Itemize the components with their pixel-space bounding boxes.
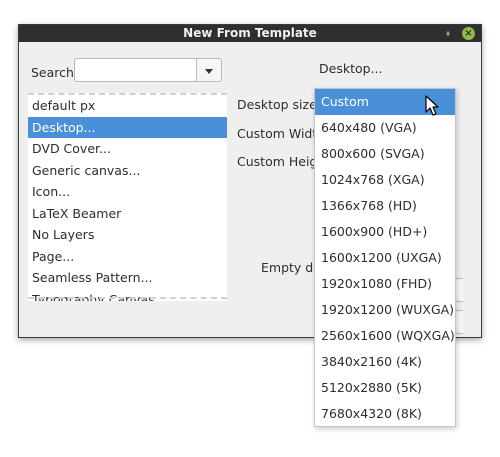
window-title: New From Template	[183, 26, 317, 40]
search-label: Search:	[31, 65, 79, 80]
list-item[interactable]: Typography Canvas	[28, 289, 227, 302]
list-item[interactable]: Generic canvas...	[28, 160, 227, 182]
create-button[interactable]	[455, 310, 463, 334]
dropdown-option[interactable]: 1920x1080 (FHD)	[315, 271, 455, 297]
dropdown-option[interactable]: 3840x2160 (4K)	[315, 349, 455, 375]
dropdown-option[interactable]: 1600x1200 (UXGA)	[315, 245, 455, 271]
list-item[interactable]: LaTeX Beamer	[28, 203, 227, 225]
dropdown-option[interactable]: 1024x768 (XGA)	[315, 167, 455, 193]
pin-icon[interactable]: ⬧	[442, 28, 454, 40]
chevron-down-icon	[205, 69, 213, 74]
list-item[interactable]: DVD Cover...	[28, 138, 227, 160]
close-icon[interactable]: ×	[462, 27, 475, 40]
desktop-size-label: Desktop size:	[237, 97, 321, 112]
empty-label: Empty de	[261, 260, 321, 275]
title-bar[interactable]: New From Template ⬧ ×	[19, 25, 481, 42]
search-input[interactable]	[74, 58, 197, 82]
dropdown-option[interactable]: 5120x2880 (5K)	[315, 375, 455, 401]
dropdown-option[interactable]: 640x480 (VGA)	[315, 115, 455, 141]
template-title: Desktop...	[319, 61, 383, 76]
desktop-size-dropdown[interactable]: Custom 640x480 (VGA) 800x600 (SVGA) 1024x76…	[314, 88, 456, 427]
dropdown-option[interactable]: 1920x1200 (WUXGA)	[315, 297, 455, 323]
dropdown-option[interactable]: 2560x1600 (WQXGA)	[315, 323, 455, 349]
search-dropdown-button[interactable]	[197, 58, 222, 82]
custom-height-label: Custom Heigh	[237, 154, 326, 169]
list-item[interactable]: Icon...	[28, 181, 227, 203]
list-item[interactable]: default px	[28, 95, 227, 117]
custom-width-label: Custom Width	[237, 126, 326, 141]
list-item[interactable]: Desktop...	[28, 116, 227, 138]
list-divider	[28, 297, 227, 299]
dropdown-option[interactable]: 1366x768 (HD)	[315, 193, 455, 219]
list-item[interactable]: Page...	[28, 246, 227, 268]
cancel-button[interactable]	[455, 278, 463, 302]
dropdown-option[interactable]: 1600x900 (HD+)	[315, 219, 455, 245]
template-list: default px Desktop... DVD Cover... Generic …	[28, 93, 227, 301]
list-item[interactable]: Seamless Pattern...	[28, 267, 227, 289]
list-item[interactable]: No Layers	[28, 224, 227, 246]
mouse-cursor-icon	[425, 95, 439, 116]
dropdown-option[interactable]: 800x600 (SVGA)	[315, 141, 455, 167]
dropdown-option[interactable]: 7680x4320 (8K)	[315, 401, 455, 427]
